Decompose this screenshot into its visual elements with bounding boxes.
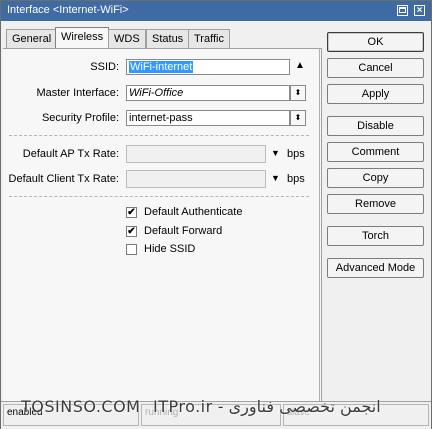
hide-ssid-checkbox[interactable] — [126, 244, 137, 255]
section-divider — [9, 196, 309, 197]
remove-button[interactable]: Remove — [327, 194, 424, 214]
tab-traffic[interactable]: Traffic — [188, 29, 230, 48]
watermark-left: TOSINSO.COM — [21, 397, 141, 416]
ssid-label: SSID: — [90, 61, 119, 73]
tab-general[interactable]: General — [6, 29, 58, 48]
close-icon[interactable]: × — [414, 5, 425, 16]
maximize-icon[interactable] — [397, 5, 408, 16]
default-ap-tx-rate-input[interactable] — [126, 145, 266, 163]
section-divider — [9, 135, 309, 136]
default-ap-tx-rate-label: Default AP Tx Rate: — [22, 148, 119, 160]
tab-status[interactable]: Status — [146, 29, 190, 48]
security-profile-label: Security Profile: — [41, 112, 119, 124]
tab-wireless[interactable]: Wireless — [55, 27, 110, 48]
comment-button[interactable]: Comment — [327, 142, 424, 162]
disable-button[interactable]: Disable — [327, 116, 424, 136]
default-client-tx-rate-unit: bps — [287, 173, 305, 185]
ssid-value: WiFi-internet — [129, 61, 194, 73]
watermark-right: انجمن تخصصی فناوری - ITPro.ir — [153, 397, 381, 416]
default-client-tx-rate-dropdown-icon[interactable]: ▼ — [271, 173, 280, 183]
panel-divider — [319, 48, 320, 401]
default-client-tx-rate-input[interactable] — [126, 170, 266, 188]
default-authenticate-checkbox[interactable]: ✔ — [126, 207, 137, 218]
default-ap-tx-rate-dropdown-icon[interactable]: ▼ — [271, 148, 280, 158]
master-interface-label: Master Interface: — [36, 87, 119, 99]
ssid-expand-icon[interactable]: ▲ — [295, 60, 305, 71]
torch-button[interactable]: Torch — [327, 226, 424, 246]
hide-ssid-label: Hide SSID — [144, 243, 196, 255]
ok-button[interactable]: OK — [327, 32, 424, 52]
ssid-input[interactable]: WiFi-internet — [126, 59, 290, 75]
master-interface-dropdown-icon[interactable]: ⬍ — [290, 85, 306, 101]
default-ap-tx-rate-unit: bps — [287, 148, 305, 160]
apply-button[interactable]: Apply — [327, 84, 424, 104]
tab-wds[interactable]: WDS — [108, 29, 146, 48]
window-title: Interface <Internet-WiFi> — [7, 4, 129, 16]
default-forward-label: Default Forward — [144, 225, 223, 237]
copy-button[interactable]: Copy — [327, 168, 424, 188]
security-profile-dropdown-icon[interactable]: ⬍ — [290, 110, 306, 126]
advanced-mode-button[interactable]: Advanced Mode — [327, 258, 424, 278]
master-interface-select[interactable]: WiFi-Office — [126, 85, 290, 101]
interface-window: Interface <Internet-WiFi> × General Wire… — [0, 0, 432, 429]
default-authenticate-label: Default Authenticate — [144, 206, 243, 218]
default-forward-checkbox[interactable]: ✔ — [126, 226, 137, 237]
title-bar[interactable]: Interface <Internet-WiFi> × — [1, 1, 431, 21]
security-profile-select[interactable]: internet-pass — [126, 110, 290, 126]
default-client-tx-rate-label: Default Client Tx Rate: — [8, 173, 119, 185]
cancel-button[interactable]: Cancel — [327, 58, 424, 78]
